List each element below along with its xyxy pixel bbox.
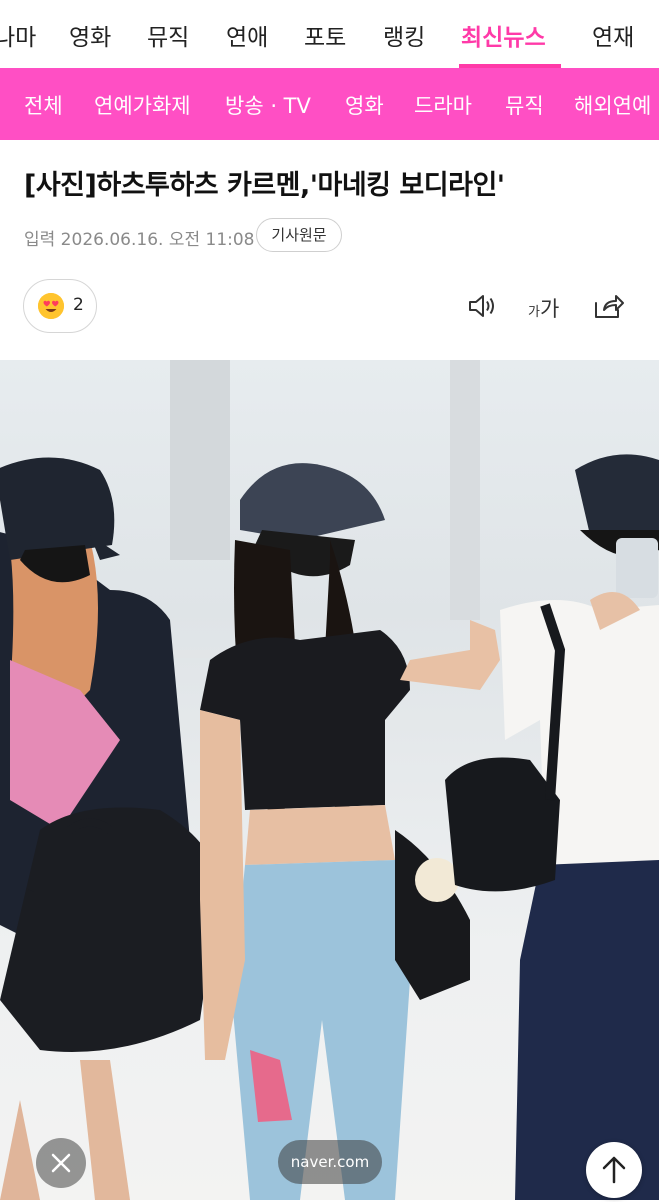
heart-eyes-emoji-icon <box>38 293 64 319</box>
nav-item-photo[interactable]: 포토 <box>304 18 346 52</box>
original-article-button[interactable]: 기사원문 <box>256 218 342 252</box>
article-title: [사진]하츠투하츠 카르멘,'마네킹 보디라인' <box>24 170 505 201</box>
category-broadcast-tv[interactable]: 방송 · TV <box>225 90 311 120</box>
category-movie[interactable]: 영화 <box>345 90 384 120</box>
font-size-small-label: 가 <box>528 305 540 320</box>
category-nav: 전체 연예가화제 방송 · TV 영화 드라마 뮤직 해외연예 <box>0 68 659 140</box>
category-overseas[interactable]: 해외연예 <box>574 90 651 120</box>
nav-item-movie[interactable]: 영화 <box>69 18 111 52</box>
source-site-pill[interactable]: naver.com <box>278 1140 382 1184</box>
font-size-big-label: 가 <box>539 297 560 321</box>
article-photo <box>0 360 659 1200</box>
person-left <box>0 457 220 1200</box>
close-button[interactable] <box>36 1138 86 1188</box>
font-size-icon[interactable]: 가가 <box>528 293 559 323</box>
reaction-button[interactable]: 2 <box>23 279 97 333</box>
close-icon <box>51 1153 71 1173</box>
nav-item-music[interactable]: 뮤직 <box>147 18 189 52</box>
speaker-icon[interactable] <box>466 289 500 323</box>
nav-item-latest-news[interactable]: 최신뉴스 <box>461 18 546 52</box>
nav-item-series[interactable]: 연재 <box>592 18 634 52</box>
arrow-up-icon <box>602 1156 626 1184</box>
category-music[interactable]: 뮤직 <box>505 90 544 120</box>
category-all[interactable]: 전체 <box>24 90 63 120</box>
nav-item-drama[interactable]: 나마 <box>0 18 36 52</box>
nav-item-romance[interactable]: 연애 <box>226 18 268 52</box>
scroll-to-top-button[interactable] <box>586 1142 642 1198</box>
share-icon[interactable] <box>592 289 626 323</box>
published-date: 입력 2026.06.16. 오전 11:08 <box>24 230 255 250</box>
nav-item-ranking[interactable]: 랭킹 <box>383 18 425 52</box>
top-nav: 나마 영화 뮤직 연애 포토 랭킹 최신뉴스 연재 <box>0 0 659 68</box>
category-drama[interactable]: 드라마 <box>414 90 472 120</box>
reaction-count: 2 <box>73 295 84 315</box>
category-entertainment-topics[interactable]: 연예가화제 <box>94 90 191 120</box>
